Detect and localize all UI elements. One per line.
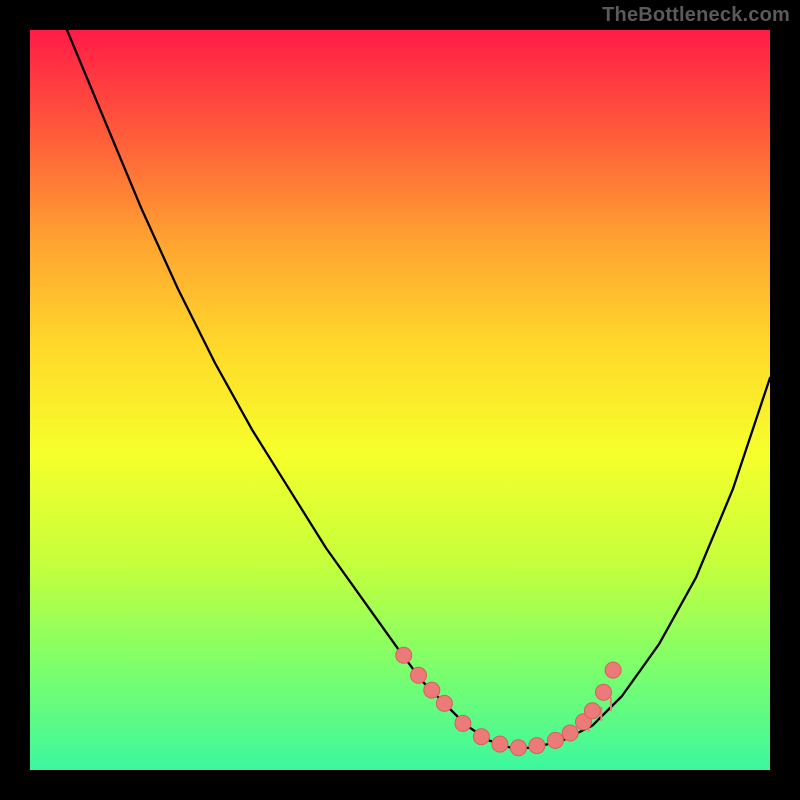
marker-dot (596, 684, 612, 700)
marker-dot (396, 647, 412, 663)
marker-dot (424, 682, 440, 698)
marker-dot (562, 725, 578, 741)
marker-dot (473, 729, 489, 745)
marker-dot (492, 736, 508, 752)
marker-dot (547, 732, 563, 748)
marker-dot (411, 667, 427, 683)
chart-stage: TheBottleneck.com (0, 0, 800, 800)
chart-svg (0, 0, 800, 800)
marker-dot (605, 662, 621, 678)
marker-dot (584, 703, 600, 719)
marker-dot (510, 740, 526, 756)
marker-dot (455, 715, 471, 731)
marker-dot (436, 695, 452, 711)
attribution-label: TheBottleneck.com (602, 4, 790, 27)
marker-dot (529, 738, 545, 754)
